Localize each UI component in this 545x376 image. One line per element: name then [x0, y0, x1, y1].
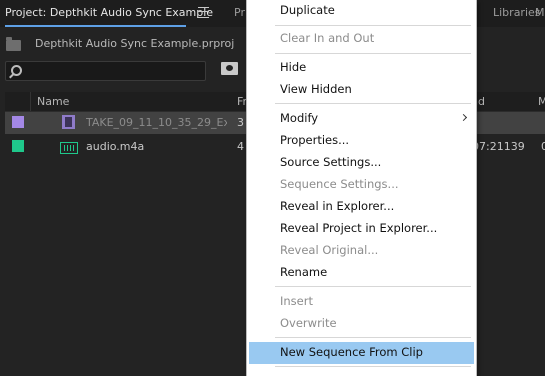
audio-clip-icon	[60, 142, 78, 154]
menu-item-label: Reveal Original...	[280, 243, 379, 257]
panel-menu-icon[interactable]	[198, 7, 209, 18]
menu-item-label: Overwrite	[280, 316, 337, 330]
menu-separator	[275, 53, 471, 54]
menu-item-reveal-in-explorer[interactable]: Reveal in Explorer...	[247, 196, 476, 218]
tab-partial[interactable]: Pr	[234, 6, 245, 19]
column-divider	[30, 92, 31, 111]
menu-item-label: Insert	[280, 294, 313, 308]
project-file-name: Depthkit Audio Sync Example.prproj	[35, 37, 235, 50]
menu-item-modify[interactable]: Modify	[247, 108, 476, 130]
menu-item-hide[interactable]: Hide	[247, 57, 476, 79]
menu-separator	[275, 103, 471, 104]
menu-separator	[275, 286, 471, 287]
clip-end: 07:21139	[472, 140, 525, 153]
folder-icon	[6, 37, 21, 51]
menu-item-label: View Hidden	[280, 82, 352, 96]
menu-item-label: Source Settings...	[280, 155, 382, 169]
menu-separator	[275, 25, 471, 26]
menu-item-sequence-settings: Sequence Settings...	[247, 174, 476, 196]
menu-item-label: Hide	[280, 60, 307, 74]
search-icon	[11, 65, 22, 76]
column-header-name[interactable]: Name	[37, 95, 69, 108]
tab-project[interactable]: Project: Depthkit Audio Sync Example	[0, 0, 214, 27]
menu-item-reveal-project-in-explorer[interactable]: Reveal Project in Explorer...	[247, 218, 476, 240]
menu-item-label: Reveal Project in Explorer...	[280, 221, 438, 235]
clip-frame-rate: 4	[237, 140, 244, 153]
menu-item-reveal-original: Reveal Original...	[247, 240, 476, 262]
video-clip-icon	[62, 115, 75, 129]
tab-libraries[interactable]: Libraries	[493, 6, 541, 19]
tab-partial-m[interactable]: M	[535, 6, 545, 19]
label-color-swatch[interactable]	[12, 116, 24, 128]
chevron-right-icon	[459, 113, 468, 122]
clip-frame-rate: 3	[237, 116, 244, 129]
clip-name: audio.m4a	[86, 140, 145, 153]
menu-item-new-sequence-from-clip[interactable]: New Sequence From Clip	[249, 342, 474, 364]
menu-item-label: Sequence Settings...	[280, 177, 399, 191]
menu-item-label: Clear In and Out	[280, 31, 375, 45]
column-header-m[interactable]: M	[538, 95, 545, 108]
menu-item-label: Reveal in Explorer...	[280, 199, 395, 213]
active-tab-indicator	[5, 25, 186, 27]
menu-item-duplicate[interactable]: Duplicate	[247, 0, 476, 22]
menu-item-overwrite: Overwrite	[247, 313, 476, 335]
context-menu: Duplicate Clear In and Out Hide View Hid…	[246, 0, 477, 376]
menu-item-source-settings[interactable]: Source Settings...	[247, 152, 476, 174]
menu-item-label: Modify	[280, 111, 319, 125]
clip-name: TAKE_09_11_10_35_29_Export	[86, 116, 227, 129]
tab-project-label: Project: Depthkit Audio Sync Example	[5, 6, 214, 19]
search-input[interactable]	[5, 61, 206, 81]
menu-item-clear-in-out: Clear In and Out	[247, 28, 476, 50]
menu-item-label: New Sequence From Clip	[280, 345, 423, 359]
label-color-swatch[interactable]	[12, 140, 24, 152]
clip-m: 0	[541, 140, 545, 153]
menu-separator	[275, 337, 471, 338]
menu-item-label: Properties...	[280, 133, 350, 147]
menu-item-view-hidden[interactable]: View Hidden	[247, 79, 476, 101]
menu-item-label: Duplicate	[280, 3, 335, 17]
menu-item-label: Rename	[280, 265, 328, 279]
menu-item-properties[interactable]: Properties...	[247, 130, 476, 152]
menu-separator	[275, 366, 471, 367]
new-search-bin-icon[interactable]	[221, 62, 238, 75]
menu-item-insert: Insert	[247, 291, 476, 313]
menu-item-rename[interactable]: Rename	[247, 262, 476, 284]
